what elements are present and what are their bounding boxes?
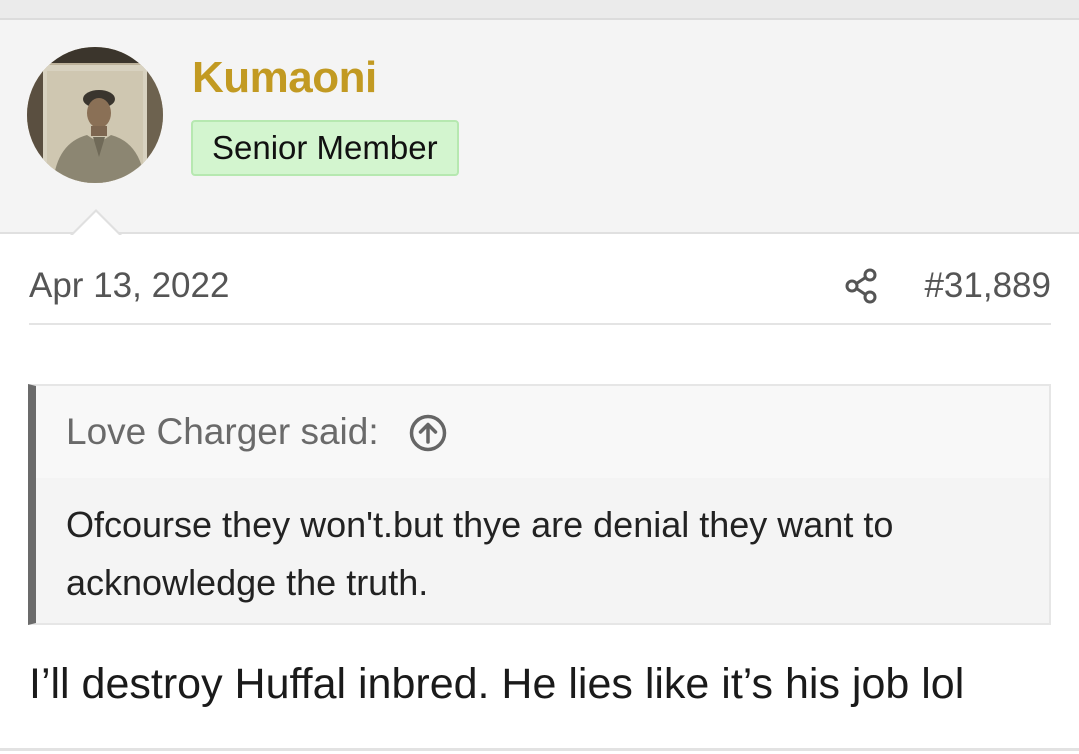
quote-block: Love Charger said: Ofcourse they won't.b…: [28, 384, 1051, 625]
user-avatar-photo: [27, 47, 163, 183]
post-date[interactable]: Apr 13, 2022: [29, 266, 229, 306]
avatar[interactable]: [27, 47, 163, 183]
user-title-badge: Senior Member: [191, 120, 459, 176]
meta-divider: [29, 323, 1051, 325]
top-strip: [0, 0, 1079, 20]
post-body: I’ll destroy Huffal inbred. He lies like…: [29, 660, 965, 708]
bottom-divider: [0, 748, 1079, 751]
post-number-link[interactable]: #31,889: [924, 266, 1051, 306]
arrow-up-circle-icon[interactable]: [408, 413, 448, 453]
quote-author[interactable]: Love Charger said:: [66, 411, 379, 453]
share-icon[interactable]: [843, 267, 881, 305]
quote-header: Love Charger said:: [36, 386, 1049, 478]
quote-text: Ofcourse they won't.but thye are denial …: [66, 504, 894, 603]
username-link[interactable]: Kumaoni: [192, 53, 377, 103]
